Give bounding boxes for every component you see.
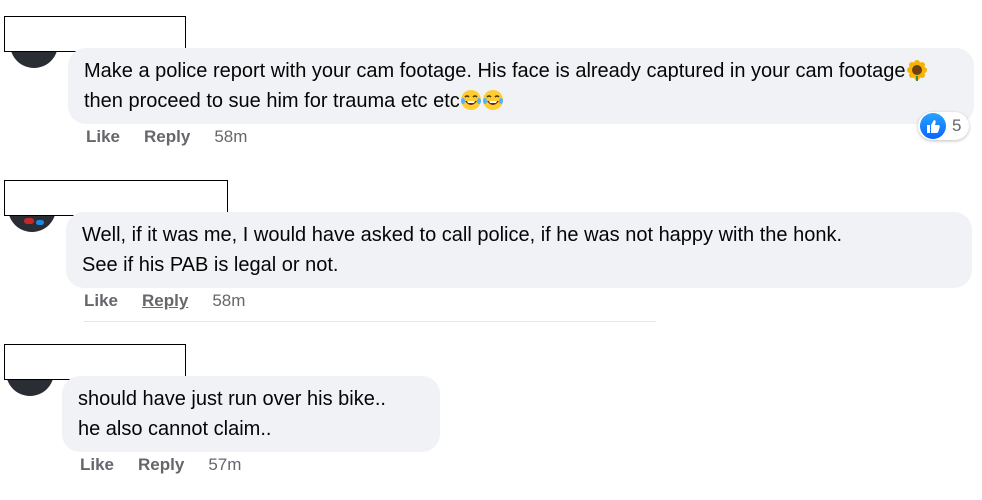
comment-text: Well, if it was me, I would have asked t… (82, 224, 843, 276)
comment-bubble: Well, if it was me, I would have asked t… (66, 212, 972, 288)
like-button[interactable]: Like (84, 291, 118, 311)
comment-actions: Like Reply 58m (86, 127, 247, 147)
sunflower-emoji-icon (906, 59, 928, 81)
like-button[interactable]: Like (86, 127, 120, 147)
comment-actions: Like Reply 57m (80, 455, 241, 475)
redacted-name-box (4, 180, 228, 216)
reply-button[interactable]: Reply (138, 455, 184, 475)
reaction-summary[interactable]: 5 (918, 112, 970, 140)
reaction-count: 5 (952, 116, 962, 135)
timestamp[interactable]: 58m (214, 127, 247, 147)
laughing-tears-emoji-icon (482, 89, 504, 111)
comment-text: should have just run over his bike.. he … (78, 388, 386, 440)
redacted-name-box (4, 344, 186, 380)
like-button[interactable]: Like (80, 455, 114, 475)
divider (84, 321, 656, 322)
laughing-tears-emoji-icon (460, 89, 482, 111)
reply-button[interactable]: Reply (144, 127, 190, 147)
timestamp[interactable]: 57m (208, 455, 241, 475)
comment-bubble: should have just run over his bike.. he … (62, 376, 440, 452)
timestamp[interactable]: 58m (212, 291, 245, 311)
like-icon (920, 113, 946, 139)
redacted-name-box (4, 16, 186, 52)
comment-text: Make a police report with your cam foota… (84, 59, 934, 112)
comment-bubble: Make a police report with your cam foota… (68, 48, 974, 124)
reply-button[interactable]: Reply (142, 291, 188, 311)
comment-actions: Like Reply 58m (84, 291, 245, 311)
